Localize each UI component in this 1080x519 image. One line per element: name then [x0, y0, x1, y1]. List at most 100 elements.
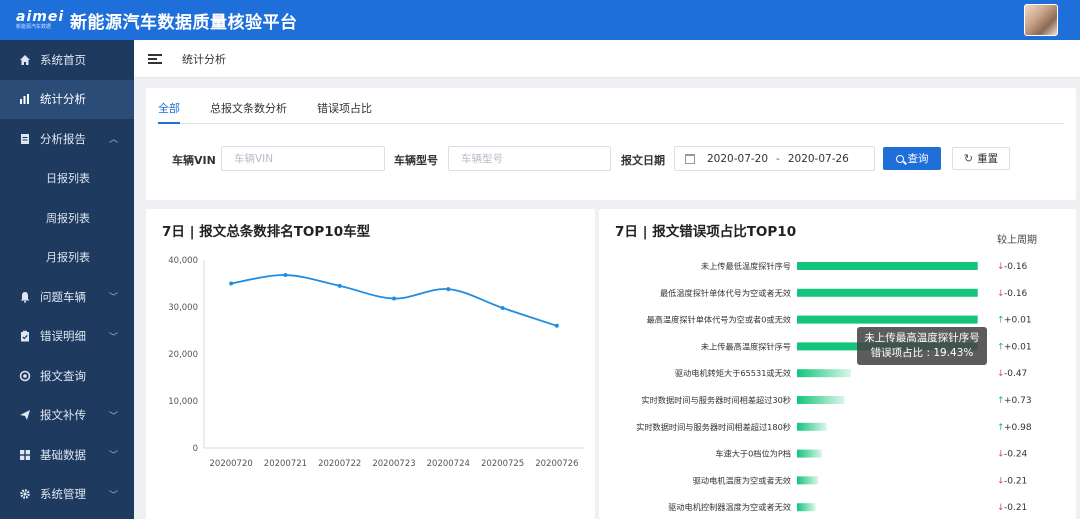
clipboard-icon [18, 329, 32, 343]
change-value: +0.73 [1004, 396, 1032, 406]
bar-category-label: 实时数据时间与服务器时间相差超过30秒 [641, 395, 791, 405]
sidebar-item-problem-vehicles[interactable]: 问题车辆 ﹀ [0, 277, 134, 317]
x-tick-label: 20200721 [264, 459, 307, 469]
sidebar-item-system-admin[interactable]: 系统管理 ﹀ [0, 475, 134, 515]
change-value: -0.24 [1004, 450, 1028, 460]
bar [797, 262, 978, 270]
change-value: -0.21 [1004, 503, 1027, 513]
reset-button[interactable]: ↻ 重置 [952, 147, 1010, 170]
menu-toggle-icon[interactable] [148, 53, 162, 64]
change-value: +0.98 [1004, 423, 1032, 433]
sidebar-item-reports[interactable]: 分析报告 ︿ [0, 119, 134, 159]
line-chart[interactable]: 0 10,000 20,000 30,000 40,000 20200720 2020072… [146, 209, 595, 509]
x-tick-label: 20200722 [318, 459, 361, 469]
date-label: 报文日期 [621, 154, 665, 167]
x-tick-label: 20200726 [535, 459, 578, 469]
y-tick-label: 40,000 [168, 256, 198, 266]
sidebar: 系统首页 统计分析 分析报告 ︿ 日报列表 周报列表 月报列表 问题车辆 ﹀ 错… [0, 40, 134, 519]
chevron-down-icon: ﹀ [108, 411, 118, 422]
sidebar-item-label: 报文补传 [40, 408, 86, 423]
sidebar-item-message-query[interactable]: 报文查询 [0, 356, 134, 396]
logo[interactable]: aimei 新能源汽车数据 [16, 9, 65, 31]
sidebar-subitem-monthly[interactable]: 月报列表 [0, 238, 134, 278]
data-point [446, 287, 451, 292]
bar-category-label: 驱动电机控制器温度为空或者无效 [668, 502, 791, 512]
logo-subtitle: 新能源汽车数据 [16, 24, 52, 30]
data-point [337, 283, 342, 288]
bar [797, 503, 816, 512]
vin-label: 车辆VIN [172, 154, 216, 167]
bar-chart[interactable]: 未上传最低温度探针序号 ↓ -0.16最低温度探针单体代号为空或者无效 ↓ -0.16最… [599, 209, 1076, 519]
user-avatar[interactable] [1024, 4, 1058, 36]
y-tick-label: 0 [193, 444, 198, 454]
sidebar-item-label: 问题车辆 [40, 289, 86, 304]
sidebar-item-label: 报文查询 [40, 368, 86, 383]
sidebar-item-statistics[interactable]: 统计分析 [0, 79, 134, 119]
filter-panel: 全部 总报文条数分析 错误项占比 车辆VIN 车辆VIN 车辆型号 车辆型号 报… [146, 88, 1076, 200]
sidebar-item-base-data[interactable]: 基础数据 ﹀ [0, 435, 134, 475]
target-icon [18, 369, 32, 383]
model-label: 车辆型号 [394, 154, 438, 167]
y-tick-label: 20,000 [168, 350, 198, 360]
model-input[interactable]: 车辆型号 [448, 146, 611, 171]
date-range-picker[interactable]: 2020-07-20 - 2020-07-26 [674, 146, 875, 171]
logo-mark: aimei [16, 9, 65, 25]
bar-tooltip: 未上传最高温度探针序号 错误项占比 : 19.43% [857, 327, 987, 365]
bar [797, 315, 978, 324]
report-icon [18, 132, 32, 146]
sidebar-item-label: 系统管理 [40, 487, 86, 502]
home-icon [18, 53, 32, 67]
bar-category-label: 最高温度探针单体代号为空或者0或无效 [647, 315, 791, 325]
top-bar: aimei 新能源汽车数据 新能源汽车数据质量核验平台 [0, 0, 1080, 40]
date-end: 2020-07-26 [787, 152, 849, 165]
grid-icon [18, 448, 32, 462]
sidebar-item-label: 统计分析 [40, 92, 86, 107]
bar-category-label: 驱动电机转矩大于65531或无效 [675, 368, 791, 378]
change-value: +0.01 [1004, 316, 1032, 326]
bar-category-label: 实时数据时间与服务器时间相差超过180秒 [636, 422, 791, 432]
sidebar-subitem-weekly[interactable]: 周报列表 [0, 198, 134, 238]
bar-category-label: 驱动电机温度为空或者无效 [693, 475, 791, 485]
bar [797, 369, 851, 378]
gear-icon [18, 487, 32, 501]
app-title: 新能源汽车数据质量核验平台 [70, 12, 298, 33]
chevron-down-icon: ﹀ [108, 490, 118, 501]
bar [797, 422, 827, 431]
bar-category-label: 未上传最高温度探针序号 [701, 341, 791, 351]
y-tick-label: 10,000 [168, 397, 198, 407]
date-separator: - [776, 152, 780, 165]
sidebar-item-label: 基础数据 [40, 447, 86, 462]
tab-all[interactable]: 全部 [158, 88, 180, 124]
sidebar-item-label: 错误明细 [40, 329, 86, 344]
search-icon [895, 154, 904, 163]
vin-input[interactable]: 车辆VIN [221, 146, 385, 171]
chevron-up-icon: ︿ [108, 135, 118, 145]
bar [797, 449, 823, 458]
bell-icon [18, 290, 32, 304]
calendar-icon [685, 153, 695, 164]
date-start: 2020-07-20 [707, 152, 769, 165]
change-value: -0.47 [1004, 369, 1027, 379]
bar [797, 396, 845, 404]
sidebar-item-error-details[interactable]: 错误明细 ﹀ [0, 317, 134, 357]
tab-total-messages[interactable]: 总报文条数分析 [210, 88, 287, 123]
data-point [283, 273, 288, 278]
chevron-down-icon: ﹀ [108, 293, 118, 303]
sidebar-item-label: 分析报告 [40, 131, 86, 146]
bar [797, 476, 819, 485]
chevron-down-icon: ﹀ [108, 332, 118, 343]
data-point [500, 305, 505, 310]
x-tick-label: 20200725 [481, 459, 524, 469]
bar-chart-card: 7日 | 报文错误项占比TOP10 较上周期 未上传最低温度探针序号 ↓ -0.16… [599, 209, 1076, 519]
x-tick-label: 20200724 [427, 459, 470, 469]
tooltip-category: 未上传最高温度探针序号 [864, 332, 980, 344]
sidebar-item-home[interactable]: 系统首页 [0, 40, 134, 80]
bar-category-label: 未上传最低温度探针序号 [701, 261, 791, 271]
x-tick-label: 20200723 [372, 459, 415, 469]
tab-error-ratio[interactable]: 错误项占比 [317, 88, 372, 123]
y-tick-label: 30,000 [168, 303, 198, 313]
sidebar-subitem-daily[interactable]: 日报列表 [0, 159, 134, 199]
bar-chart-icon [18, 92, 32, 106]
query-button[interactable]: 查询 [883, 147, 941, 170]
sidebar-item-message-resend[interactable]: 报文补传 ﹀ [0, 396, 134, 436]
